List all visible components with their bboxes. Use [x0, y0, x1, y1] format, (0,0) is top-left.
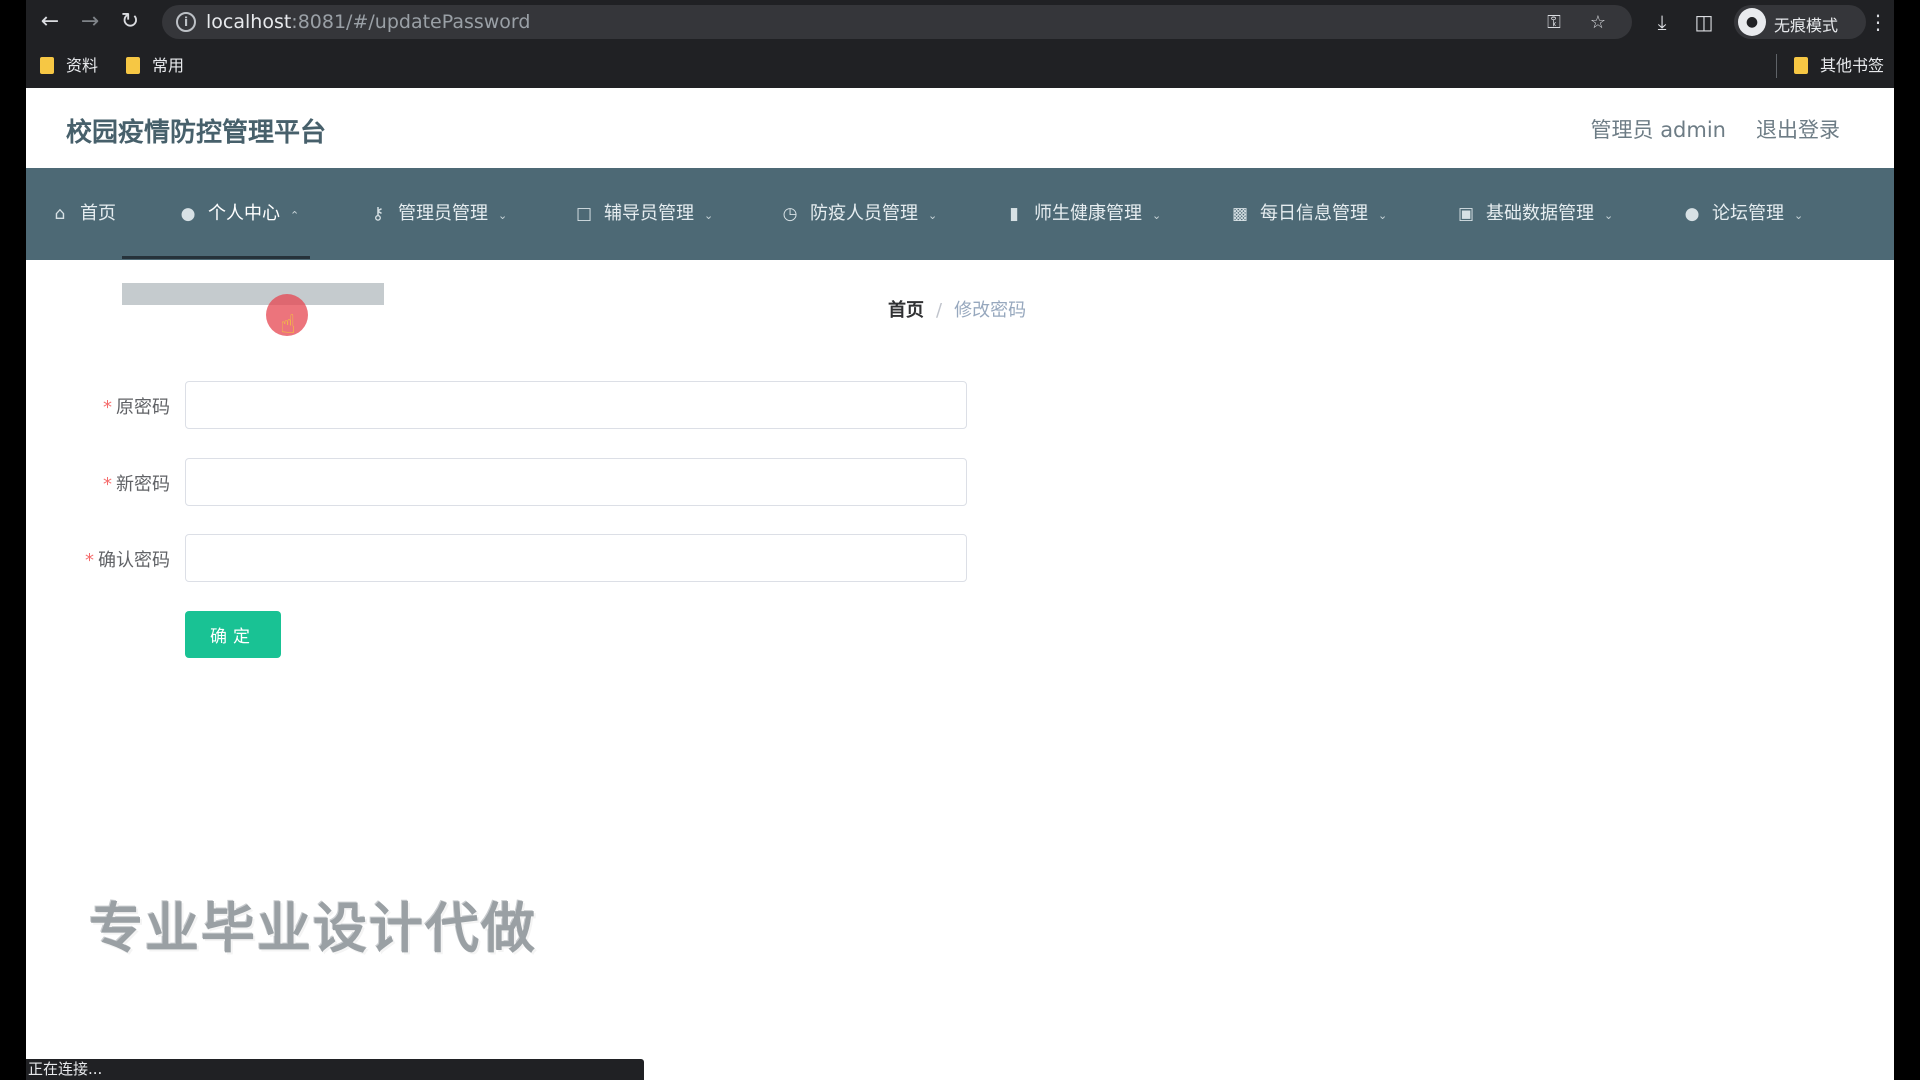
chevron-up-icon: ⌃ — [290, 209, 300, 222]
browser-chrome: ← → ↻ i localhost:8081/#/updatePassword … — [26, 0, 1894, 88]
menu-item-health-management[interactable]: ▮ 师生健康管理 ⌄ — [1004, 168, 1161, 260]
kebab-menu-icon[interactable]: ⋮ — [1868, 8, 1888, 36]
chevron-down-icon: ⌄ — [1794, 209, 1804, 222]
site-header: 校园疫情防控管理平台 管理员 admin 退出登录 — [26, 88, 1894, 168]
personal-center-dropdown — [122, 262, 384, 306]
menu-item-label: 管理员管理 — [398, 203, 488, 224]
briefcase-icon: ▩ — [1231, 204, 1249, 224]
menu-item-label: 基础数据管理 — [1486, 203, 1594, 224]
chevron-down-icon: ⌄ — [928, 209, 938, 222]
bookmarks-divider — [1776, 54, 1777, 78]
left-black-border — [0, 0, 26, 1080]
address-bar[interactable]: i localhost:8081/#/updatePassword ⚿ ☆ — [162, 5, 1632, 39]
menu-item-counselor-management[interactable]: □ 辅导员管理 ⌄ — [574, 168, 713, 260]
bookmark-folder-ziliao[interactable]: 资料 — [40, 54, 98, 78]
incognito-label: 无痕模式 — [1774, 16, 1839, 35]
url-host: localhost — [206, 11, 292, 33]
menu-item-admin-management[interactable]: ⚷ 管理员管理 ⌄ — [368, 168, 507, 260]
folder-icon — [1794, 57, 1808, 74]
menu-item-label: 师生健康管理 — [1034, 203, 1142, 224]
menu-item-personal-center[interactable]: ● 个人中心 ⌃ — [178, 168, 300, 260]
bookmarks-bar: 资料 常用 其他书签 — [26, 44, 1894, 88]
page-viewport: 校园疫情防控管理平台 管理员 admin 退出登录 ⌂ 首页 ● 个人中心 ⌃ ⚷ 管理员… — [26, 88, 1894, 1080]
menu-item-label: 个人中心 — [208, 203, 280, 224]
hand-cursor-icon: ☝ — [280, 310, 296, 340]
back-arrow-icon[interactable]: ← — [36, 8, 64, 36]
side-panel-icon[interactable]: ◫ — [1690, 8, 1718, 36]
home-icon: ⌂ — [54, 204, 66, 224]
mic-icon: ⚷ — [371, 204, 385, 224]
menu-item-home[interactable]: ⌂ 首页 — [50, 168, 116, 260]
submenu-item-highlighted[interactable] — [122, 283, 384, 305]
top-nav-menu: ⌂ 首页 ● 个人中心 ⌃ ⚷ 管理员管理 ⌄ □ 辅导员管理 ⌄ ◷ 防疫人员管理 ⌄ ▮ 师生健… — [26, 168, 1894, 260]
menu-item-label: 首页 — [80, 203, 116, 224]
key-icon[interactable]: ⚿ — [1542, 11, 1566, 35]
bookmark-folder-changyong[interactable]: 常用 — [126, 54, 184, 78]
user-icon: ● — [1684, 204, 1700, 224]
download-icon[interactable]: ⤓ — [1648, 8, 1676, 36]
chevron-down-icon: ⌄ — [704, 209, 714, 222]
url-path: :8081/#/updatePassword — [291, 11, 531, 33]
header-user-area: 管理员 admin 退出登录 — [1561, 114, 1840, 144]
menu-item-label: 每日信息管理 — [1260, 203, 1368, 224]
chevron-down-icon: ⌄ — [1152, 209, 1162, 222]
chart-icon: ▣ — [1457, 204, 1475, 224]
logout-link[interactable]: 退出登录 — [1756, 118, 1840, 142]
bookmark-label: 其他书签 — [1820, 56, 1885, 75]
right-black-border — [1894, 0, 1920, 1080]
user-icon: ● — [180, 204, 196, 224]
bookmark-label: 资料 — [66, 56, 99, 75]
menu-item-label: 防疫人员管理 — [810, 203, 918, 224]
forward-arrow-icon[interactable]: → — [76, 8, 104, 36]
compass-icon: ◷ — [782, 204, 798, 224]
star-icon[interactable]: ☆ — [1586, 11, 1610, 35]
chevron-down-icon: ⌄ — [1604, 209, 1614, 222]
menu-item-daily-info-management[interactable]: ▩ 每日信息管理 ⌄ — [1230, 168, 1387, 260]
menu-item-epidemic-staff-management[interactable]: ◷ 防疫人员管理 ⌄ — [780, 168, 938, 260]
site-info-icon[interactable]: i — [176, 12, 196, 32]
bookmark-label: 常用 — [152, 56, 185, 75]
active-menu-underline — [122, 256, 310, 259]
bookmark-folder-other[interactable]: 其他书签 — [1794, 54, 1884, 78]
thermometer-icon: ▮ — [1009, 204, 1019, 224]
folder-icon — [126, 57, 140, 74]
menu-item-basic-data-management[interactable]: ▣ 基础数据管理 ⌄ — [1456, 168, 1613, 260]
menu-item-label: 辅导员管理 — [604, 203, 694, 224]
reload-icon[interactable]: ↻ — [116, 8, 144, 36]
menu-item-label: 论坛管理 — [1712, 203, 1784, 224]
crop-icon: □ — [575, 204, 593, 224]
current-user: 管理员 admin — [1590, 118, 1726, 142]
address-url[interactable]: localhost:8081/#/updatePassword — [206, 11, 530, 33]
site-title: 校园疫情防控管理平台 — [66, 118, 327, 148]
chevron-down-icon: ⌄ — [1378, 209, 1388, 222]
submenu-item[interactable] — [122, 262, 384, 282]
chevron-down-icon: ⌄ — [498, 209, 508, 222]
menu-item-forum-management[interactable]: ● 论坛管理 ⌄ — [1682, 168, 1804, 260]
folder-icon — [40, 57, 54, 74]
incognito-icon: ● — [1738, 8, 1766, 36]
incognito-badge[interactable]: ● 无痕模式 — [1734, 5, 1866, 39]
browser-toolbar: ← → ↻ i localhost:8081/#/updatePassword … — [26, 0, 1894, 44]
